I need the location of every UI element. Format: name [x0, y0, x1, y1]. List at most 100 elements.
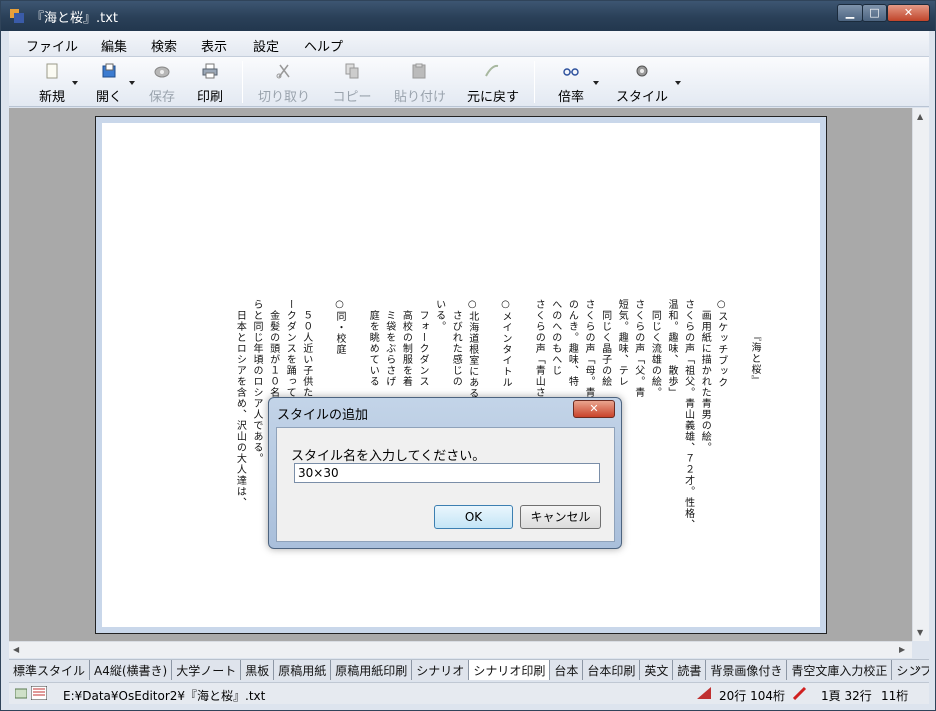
tab-style[interactable]: 英文 [640, 660, 674, 680]
style-label: スタイル [615, 90, 668, 105]
window-title: 『海と桜』.txt [31, 11, 119, 26]
text-column: ○スケッチブック [715, 299, 727, 388]
cut-label: 切り取り [258, 90, 311, 105]
pen-icon [793, 686, 807, 700]
tab-style[interactable]: 標準スタイル [9, 660, 91, 680]
text-column: らと同じ年頃のロシア人である。 [251, 299, 262, 464]
document-page[interactable]: 『海と桜』 ○スケッチブック 画用紙に描かれた青男の絵。 さくらの声「祖父。青山義雄… [95, 116, 827, 634]
tab-style[interactable]: 原稿用紙印刷 [331, 660, 413, 680]
text-column: ○北海道根室にある [466, 299, 478, 399]
copy-label: コピー [332, 90, 372, 105]
text-column: 『海と桜』 [749, 331, 760, 386]
tab-style[interactable]: 読書 [673, 660, 707, 680]
scroll-left-arrow[interactable]: ◀ [13, 645, 19, 654]
scissors-icon [276, 64, 290, 79]
app-window: 『海と桜』.txt ▁ □ ✕ ファイル 編集 検索 表示 設定 ヘルプ 新規 … [0, 0, 936, 711]
dialog-close-button[interactable]: ✕ [573, 400, 615, 418]
dialog-prompt: スタイル名を入力してください。 [291, 449, 486, 464]
menu-bar: ファイル 編集 検索 表示 設定 ヘルプ [9, 31, 929, 57]
style-dropdown-arrow[interactable] [675, 81, 681, 85]
text-column: 同じく晶子の絵 [599, 299, 611, 387]
copy-button[interactable]: コピー [331, 63, 373, 105]
menu-view[interactable]: 表示 [201, 36, 227, 55]
toolbar-separator [242, 61, 243, 103]
zoom-button[interactable]: 倍率 [557, 63, 585, 105]
text-column: さくらの声「祖父。青山義雄、７２才。性格、 [682, 299, 694, 530]
cut-button[interactable]: 切り取り [258, 63, 310, 105]
menu-file[interactable]: ファイル [26, 36, 78, 55]
horizontal-scrollbar[interactable]: ◀ ▶ [9, 641, 912, 658]
maximize-button[interactable]: □ [862, 4, 887, 22]
tab-style[interactable]: 原稿用紙 [274, 660, 332, 680]
glasses-icon [563, 68, 579, 76]
text-column: 温和。趣味、散歩」 [666, 299, 677, 398]
dialog-body: スタイル名を入力してください。 OK キャンセル [276, 427, 615, 542]
cursor-position: 20行 104桁 [719, 689, 785, 703]
add-style-dialog: スタイルの追加 ✕ スタイル名を入力してください。 OK キャンセル [268, 397, 622, 549]
dialog-title: スタイルの追加 [277, 408, 369, 423]
text-column: 短気。趣味、テレ [616, 299, 628, 387]
scroll-up-arrow[interactable]: ▲ [917, 112, 923, 121]
text-column: 高校の制服を着 [400, 299, 412, 387]
tab-style[interactable]: 台本印刷 [583, 660, 641, 680]
toolbar-separator [534, 61, 535, 103]
scroll-right-arrow[interactable]: ▶ [899, 645, 905, 654]
tab-style[interactable]: シナリオ [412, 660, 470, 680]
open-button[interactable]: 開く [95, 63, 123, 105]
toolbar: 新規 開く 保存 印刷 切り取り コピー 貼り付け 元に戻す 倍率 スタイル [9, 57, 929, 107]
save-label: 保存 [148, 90, 175, 105]
style-name-input[interactable] [294, 463, 600, 483]
text-column: 日本とロシアを含め、沢山の大人達は、 [234, 299, 246, 508]
tab-style[interactable]: シンプル [892, 660, 929, 680]
cancel-button[interactable]: キャンセル [520, 505, 601, 529]
tab-style[interactable]: A4縦(横書き) [90, 660, 173, 680]
save-icon [154, 66, 170, 78]
save-button[interactable]: 保存 [147, 63, 177, 105]
text-column: へのへのもへじ [549, 299, 561, 376]
paste-icon [412, 63, 426, 79]
undo-button[interactable]: 元に戻す [467, 63, 519, 105]
tab-style[interactable]: 青空文庫入力校正 [787, 660, 893, 680]
file-path: E:¥Data¥OsEditor2¥『海と桜』.txt [63, 689, 266, 703]
menu-settings[interactable]: 設定 [253, 36, 279, 55]
vertical-scrollbar[interactable]: ▲ ▼ [912, 108, 929, 641]
open-dropdown-arrow[interactable] [129, 81, 135, 85]
zoom-dropdown-arrow[interactable] [593, 81, 599, 85]
menu-search[interactable]: 検索 [151, 36, 177, 55]
text-column: さくらの声「母。青 [583, 299, 594, 398]
tab-style[interactable]: 背景画像付き [706, 660, 788, 680]
status-layout-icon [31, 686, 47, 700]
new-label: 新規 [38, 90, 65, 105]
menu-help[interactable]: ヘルプ [304, 36, 343, 55]
text-column: さびれた感じの [450, 299, 462, 387]
open-icon [102, 63, 116, 78]
tab-style[interactable]: 台本 [550, 660, 584, 680]
tab-style[interactable]: 大学ノート [172, 660, 242, 680]
page-line: 1頁 32行 [821, 689, 872, 703]
new-button[interactable]: 新規 [37, 63, 67, 105]
tabs-more-icon[interactable]: » [915, 663, 921, 674]
tab-style-active[interactable]: シナリオ印刷 [469, 660, 551, 680]
menu-edit[interactable]: 編集 [101, 36, 127, 55]
copy-icon [345, 63, 359, 79]
new-dropdown-arrow[interactable] [72, 81, 78, 85]
text-column: フォークダンス [417, 299, 428, 387]
style-button[interactable]: スタイル [615, 63, 669, 105]
ok-button[interactable]: OK [434, 505, 513, 529]
app-icon [10, 9, 24, 23]
text-column: ミ袋をぶらさげ [383, 299, 395, 387]
paste-label: 貼り付け [394, 90, 447, 105]
status-bar: E:¥Data¥OsEditor2¥『海と桜』.txt 20行 104桁 1頁 … [9, 682, 929, 704]
text-column: のんき。趣味、特 [566, 299, 578, 387]
undo-icon [485, 64, 499, 77]
text-column: さくらの声「父。青 [632, 299, 644, 398]
column-count: 11桁 [881, 689, 909, 703]
minimize-button[interactable]: ▁ [837, 4, 863, 22]
tab-style[interactable]: 黒板 [241, 660, 275, 680]
scroll-down-arrow[interactable]: ▼ [917, 628, 923, 637]
gear-icon [636, 65, 648, 77]
print-button[interactable]: 印刷 [195, 63, 225, 105]
close-button[interactable]: ✕ [887, 4, 930, 22]
paste-button[interactable]: 貼り付け [394, 63, 447, 105]
status-doc-icon [15, 688, 27, 699]
